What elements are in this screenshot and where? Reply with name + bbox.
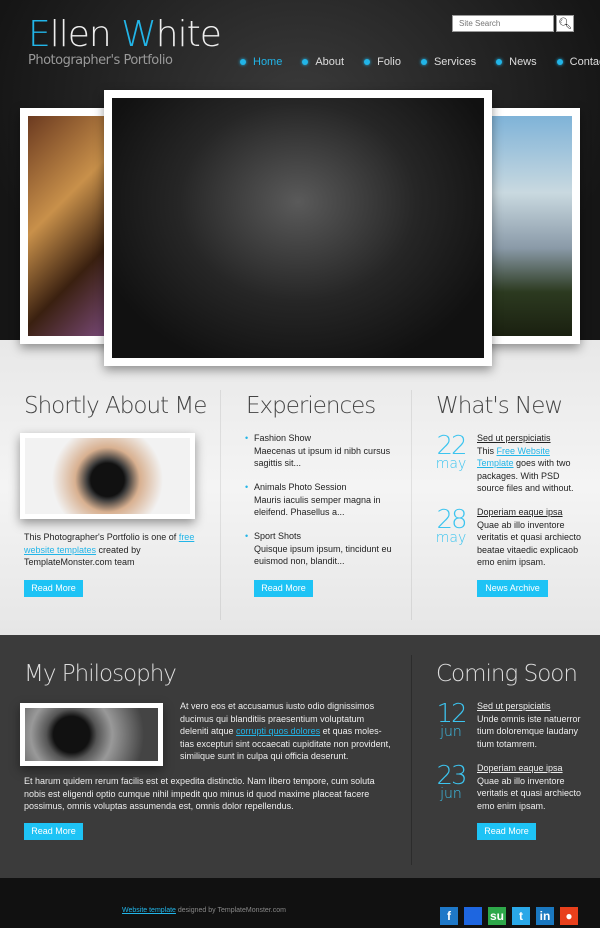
bullet-icon: • xyxy=(245,531,249,541)
linkedin-icon[interactable]: in xyxy=(536,907,554,925)
news-date: 22 may xyxy=(435,431,468,472)
about-read-more-button[interactable]: Read More xyxy=(24,580,83,597)
gallery-photo-left[interactable] xyxy=(20,108,116,344)
gallery-photo-right[interactable] xyxy=(482,108,580,344)
nav-services[interactable]: Services xyxy=(420,56,476,68)
corrupti-link[interactable]: corrupti quos dolores xyxy=(236,726,320,736)
event-item: Sed ut perspiciatis Unde omnis iste natue… xyxy=(477,700,582,749)
nav-contact[interactable]: Contact xyxy=(556,56,600,68)
reddit-icon[interactable]: ● xyxy=(560,907,578,925)
search-icon: 🔍︎ xyxy=(558,17,572,30)
nav-home[interactable]: Home xyxy=(240,56,282,68)
bullet-icon xyxy=(556,59,563,65)
experience-item[interactable]: • Animals Photo Session Mauris iaculis sem… xyxy=(245,481,394,519)
news-item-title[interactable]: Sed ut perspiciatis xyxy=(477,432,582,445)
website-template-link[interactable]: Website template xyxy=(122,907,176,914)
tagline: Photographer's Portfolio xyxy=(28,53,173,68)
coming-read-more-button[interactable]: Read More xyxy=(477,823,536,840)
divider xyxy=(411,390,412,620)
experiences-title: Experiences xyxy=(246,393,376,419)
news-title: What's New xyxy=(436,393,563,419)
gallery-photo-main[interactable] xyxy=(104,90,492,366)
philosophy-text: At vero eos et accusamus iusto odio dign… xyxy=(180,701,391,761)
bullet-icon xyxy=(364,59,371,65)
philosophy-photo xyxy=(20,703,163,766)
news-item: Doperiam eaque ipsa Quae ab illo inventor… xyxy=(477,506,582,567)
nav-about[interactable]: About xyxy=(302,56,344,68)
divider xyxy=(411,655,412,865)
event-item: Doperiam eaque ipsa Quae ab illo inventor… xyxy=(477,762,582,811)
bullet-icon xyxy=(240,59,246,65)
event-item-title[interactable]: Sed ut perspiciatis xyxy=(477,700,582,713)
social-links: f su t in ● xyxy=(440,907,578,925)
news-date: 28 may xyxy=(435,505,468,546)
news-item: Sed ut perspiciatis This Free Website Tem… xyxy=(477,432,582,495)
facebook-icon[interactable]: f xyxy=(440,907,458,925)
about-text: This Photographer's Portfolio is one of … xyxy=(24,532,195,567)
event-date: 23 jun xyxy=(436,761,467,802)
bullet-icon xyxy=(302,59,309,65)
logo[interactable]: Ellen White xyxy=(28,14,222,55)
main-nav: Home About Folio Services News Contact xyxy=(240,56,600,68)
about-photo xyxy=(20,433,195,519)
experiences-read-more-button[interactable]: Read More xyxy=(254,580,313,597)
stumbleupon-icon[interactable]: su xyxy=(488,907,506,925)
delicious-icon[interactable] xyxy=(464,907,482,925)
news-item-title[interactable]: Doperiam eaque ipsa xyxy=(477,506,582,519)
about-title: Shortly About Me xyxy=(24,393,207,419)
philosophy-read-more-button[interactable]: Read More xyxy=(24,823,83,840)
divider xyxy=(220,390,221,620)
bullet-icon: • xyxy=(245,433,249,443)
twitter-icon[interactable]: t xyxy=(512,907,530,925)
bullet-icon xyxy=(420,59,427,65)
event-date: 12 jun xyxy=(436,699,467,740)
philosophy-text-2: Et harum quidem rerum facilis est et exp… xyxy=(24,776,375,811)
news-archive-button[interactable]: News Archive xyxy=(477,580,548,597)
nav-news[interactable]: News xyxy=(496,56,537,68)
philosophy-title: My Philosophy xyxy=(24,661,177,687)
search-input[interactable] xyxy=(452,15,554,32)
search-button[interactable]: 🔍︎ xyxy=(556,15,574,32)
bullet-icon: • xyxy=(245,482,249,492)
footer-credit: Website template designed by TemplateMon… xyxy=(122,907,286,914)
experience-item[interactable]: • Sport Shots Quisque ipsum ipsum, tincidu… xyxy=(245,530,394,568)
event-item-title[interactable]: Doperiam eaque ipsa xyxy=(477,762,582,775)
coming-soon-title: Coming Soon xyxy=(436,661,578,687)
experience-item[interactable]: • Fashion Show Maecenas ut ipsum id nibh c… xyxy=(245,432,394,470)
bullet-icon xyxy=(496,59,503,65)
nav-folio[interactable]: Folio xyxy=(364,56,401,68)
